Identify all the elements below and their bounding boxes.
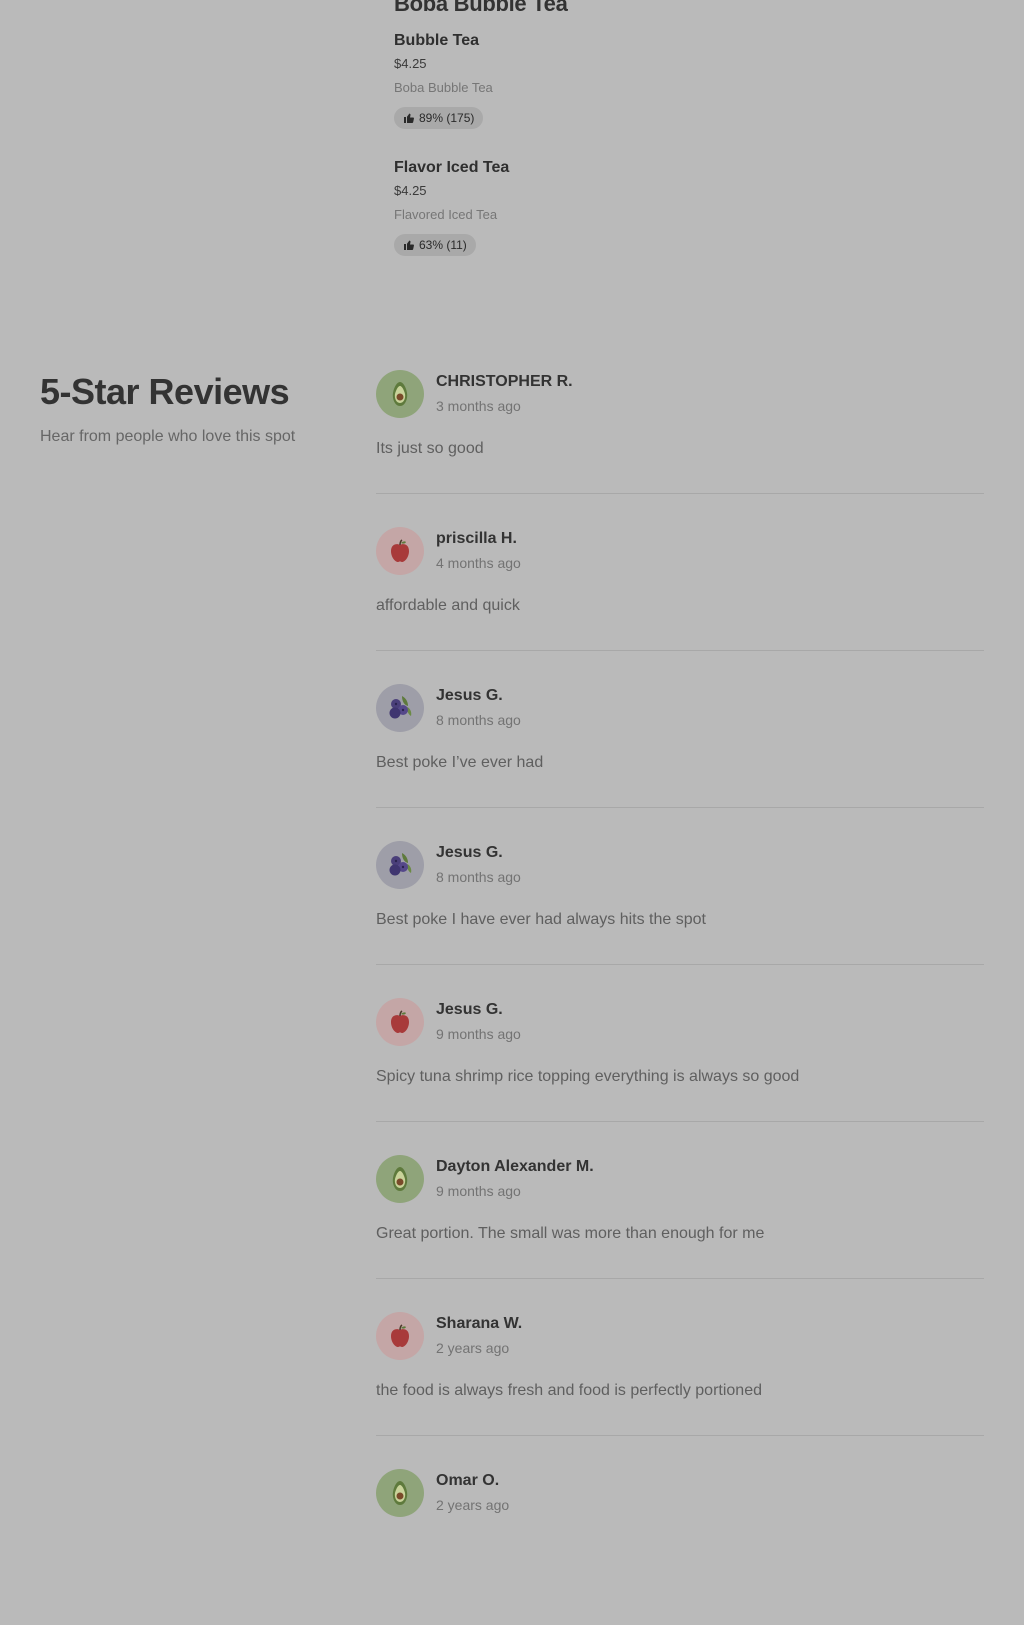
apple-icon <box>391 1324 409 1347</box>
rating-badge: 63% (11) <box>394 234 476 256</box>
avatar <box>376 1155 424 1203</box>
review-time: 9 months ago <box>436 1026 521 1042</box>
avocado-icon <box>392 1167 408 1191</box>
rating-text: 63% (11) <box>419 238 467 252</box>
review-time: 2 years ago <box>436 1340 510 1356</box>
rating-text: 89% (175) <box>419 111 475 125</box>
menu-section-title: Boba Bubble Tea <box>394 0 568 16</box>
avatar <box>376 684 424 732</box>
menu-item-name: Flavor Iced Tea <box>394 159 510 176</box>
reviewer-name: Omar O. <box>436 1472 500 1489</box>
review-item: Jesus G. 9 months ago Spicy tuna shrimp … <box>376 998 984 1122</box>
reviewer-name: Sharana W. <box>436 1315 523 1332</box>
review-item: Jesus G. 8 months ago Best poke I’ve eve… <box>376 684 984 808</box>
blueberries-icon <box>389 853 412 876</box>
reviews-header: 5-Star Reviews Hear from people who love… <box>40 370 340 448</box>
reviewer-name: Jesus G. <box>436 844 503 861</box>
thumbs-up-icon <box>404 113 414 123</box>
review-text: Great portion. The small was more than e… <box>376 1225 765 1242</box>
review-time: 2 years ago <box>436 1497 510 1513</box>
review-item: Sharana W. 2 years ago the food is alway… <box>376 1312 984 1436</box>
menu-item[interactable]: Bubble Tea $4.25 Boba Bubble Tea 89% (17… <box>394 30 954 129</box>
menu-item[interactable]: Flavor Iced Tea $4.25 Flavored Iced Tea … <box>394 157 954 256</box>
reviewer-name: Dayton Alexander M. <box>436 1158 594 1175</box>
review-item: CHRISTOPHER R. 3 months ago Its just so … <box>376 370 984 494</box>
reviewer-name: Jesus G. <box>436 1001 503 1018</box>
review-text: Its just so good <box>376 440 484 457</box>
review-time: 8 months ago <box>436 712 521 728</box>
review-item: Omar O. 2 years ago <box>376 1469 984 1592</box>
menu-item-price: $4.25 <box>394 183 427 198</box>
reviews-subtitle: Hear from people who love this spot <box>40 428 296 445</box>
reviewer-name: priscilla H. <box>436 530 517 547</box>
avatar <box>376 1469 424 1517</box>
reviewer-name: CHRISTOPHER R. <box>436 373 573 390</box>
avatar <box>376 527 424 575</box>
menu-item-price: $4.25 <box>394 56 427 71</box>
review-text: Best poke I’ve ever had <box>376 754 544 771</box>
apple-icon <box>391 1010 409 1033</box>
blueberries-icon <box>389 696 412 719</box>
review-text: Spicy tuna shrimp rice topping everythin… <box>376 1068 800 1085</box>
reviewer-name: Jesus G. <box>436 687 503 704</box>
reviews-list: CHRISTOPHER R. 3 months ago Its just so … <box>376 370 984 1625</box>
menu-item-description: Boba Bubble Tea <box>394 80 493 95</box>
review-item: Jesus G. 8 months ago Best poke I have e… <box>376 841 984 965</box>
rating-badge: 89% (175) <box>394 107 484 129</box>
avatar <box>376 841 424 889</box>
avocado-icon <box>392 1481 408 1505</box>
review-item: priscilla H. 4 months ago affordable and… <box>376 527 984 651</box>
review-text: the food is always fresh and food is per… <box>376 1382 762 1399</box>
reviews-title: 5-Star Reviews <box>40 371 290 412</box>
review-text: affordable and quick <box>376 597 520 614</box>
avatar <box>376 1312 424 1360</box>
menu-item-name: Bubble Tea <box>394 32 480 49</box>
review-item: Dayton Alexander M. 9 months ago Great p… <box>376 1155 984 1279</box>
review-time: 3 months ago <box>436 398 521 414</box>
menu-item-description: Flavored Iced Tea <box>394 207 498 222</box>
review-time: 9 months ago <box>436 1183 521 1199</box>
apple-icon <box>391 539 409 562</box>
avocado-icon <box>392 382 408 406</box>
avatar <box>376 370 424 418</box>
review-text: Best poke I have ever had always hits th… <box>376 911 706 928</box>
menu-section: Boba Bubble Tea Bubble Tea $4.25 Boba Bu… <box>394 0 954 256</box>
review-time: 4 months ago <box>436 555 521 571</box>
avatar <box>376 998 424 1046</box>
review-time: 8 months ago <box>436 869 521 885</box>
thumbs-up-icon <box>404 240 414 250</box>
